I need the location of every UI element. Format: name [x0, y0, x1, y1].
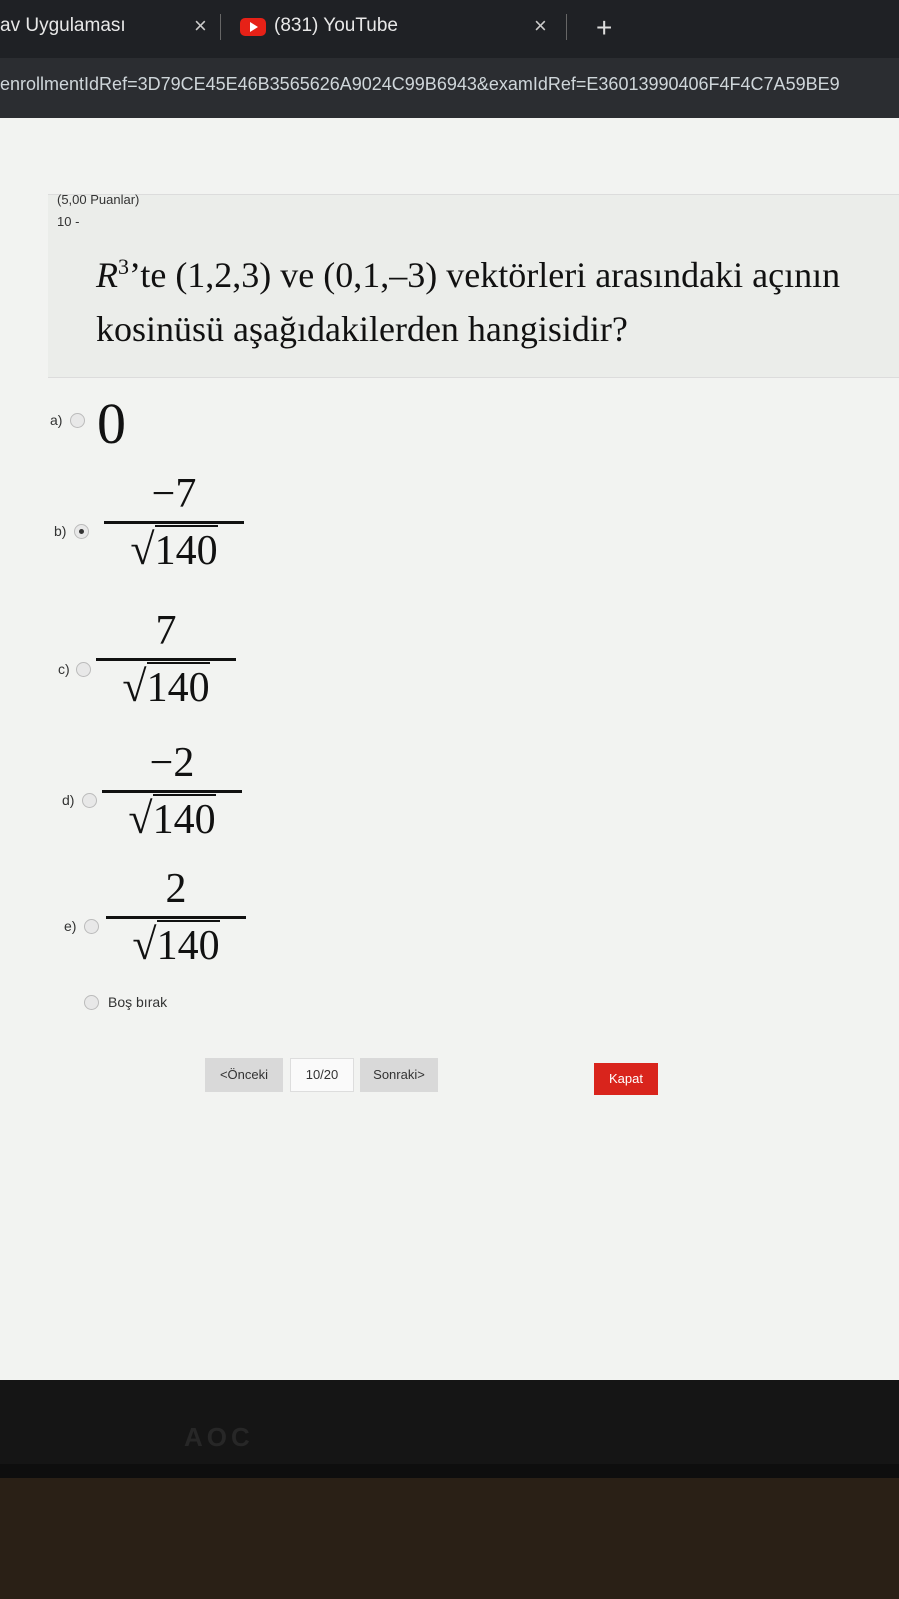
radio-button[interactable]	[74, 524, 89, 539]
exam-page: (5,00 Puanlar) 10 - R3’te (1,2,3) ve (0,…	[0, 118, 899, 1380]
radio-button[interactable]	[82, 793, 97, 808]
numerator: 2	[165, 866, 187, 912]
radicand: 140	[154, 525, 218, 574]
browser-tab-bar: av Uygulaması × (831) YouTube × +	[0, 0, 899, 58]
fraction: −7 √140	[104, 471, 244, 574]
fraction: −2 √140	[102, 740, 242, 843]
option-label: e)	[64, 918, 77, 934]
question-number: 10 -	[57, 214, 80, 229]
denominator: √140	[104, 525, 244, 574]
option-value: 0	[97, 391, 126, 456]
radio-button[interactable]	[70, 413, 85, 428]
fraction: 2 √140	[106, 866, 246, 969]
question-superscript: 3	[118, 254, 129, 279]
question-symbol: R	[96, 255, 118, 295]
radicand: 140	[146, 662, 210, 711]
close-tab-icon[interactable]: ×	[194, 6, 207, 46]
numerator: −2	[149, 740, 195, 786]
youtube-icon	[240, 18, 266, 36]
url-text[interactable]: enrollmentIdRef=3D79CE45E46B3565626A9024…	[0, 64, 899, 104]
question-points: (5,00 Puanlar)	[57, 192, 140, 207]
sqrt-icon: √	[130, 525, 155, 574]
radio-button[interactable]	[76, 662, 91, 677]
option-label: d)	[62, 792, 75, 808]
radicand: 140	[152, 794, 216, 843]
option-label: b)	[54, 523, 67, 539]
question-body: ’te (1,2,3) ve (0,1,–3) vektörleri arası…	[96, 255, 841, 349]
tab-separator	[220, 14, 221, 40]
new-tab-icon[interactable]: +	[596, 14, 612, 42]
radio-button[interactable]	[84, 919, 99, 934]
page-indicator: 10/20	[290, 1058, 354, 1092]
fraction-bar	[102, 790, 242, 793]
option-label: a)	[50, 412, 63, 428]
fraction-bar	[104, 521, 244, 524]
sqrt-icon: √	[132, 920, 157, 969]
fraction: 7 √140	[96, 608, 236, 711]
option-label: c)	[58, 661, 70, 677]
desk-background	[0, 1478, 899, 1599]
skip-radio-button[interactable]	[84, 995, 99, 1010]
tab-title: av Uygulaması	[0, 15, 126, 36]
denominator: √140	[96, 662, 236, 711]
denominator: √140	[102, 794, 242, 843]
previous-button[interactable]: <Önceki	[205, 1058, 283, 1092]
monitor-logo: AOC	[184, 1422, 254, 1452]
tab-title: (831) YouTube	[274, 15, 398, 36]
tab-youtube[interactable]: (831) YouTube ×	[238, 6, 578, 50]
numerator: 7	[155, 608, 177, 654]
monitor-bezel	[0, 1380, 899, 1464]
numerator: −7	[151, 471, 197, 517]
tab-separator	[566, 14, 567, 40]
fraction-bar	[96, 658, 236, 661]
skip-label[interactable]: Boş bırak	[108, 994, 167, 1010]
close-tab-icon[interactable]: ×	[534, 6, 547, 46]
fraction-bar	[106, 916, 246, 919]
denominator: √140	[106, 920, 246, 969]
next-button[interactable]: Sonraki>	[360, 1058, 438, 1092]
radicand: 140	[156, 920, 220, 969]
sqrt-icon: √	[128, 794, 153, 843]
close-exam-button[interactable]: Kapat	[594, 1063, 658, 1095]
sqrt-icon: √	[122, 662, 147, 711]
question-text: R3’te (1,2,3) ve (0,1,–3) vektörleri ara…	[96, 240, 896, 356]
tab-exam-app[interactable]: av Uygulaması ×	[0, 6, 225, 50]
